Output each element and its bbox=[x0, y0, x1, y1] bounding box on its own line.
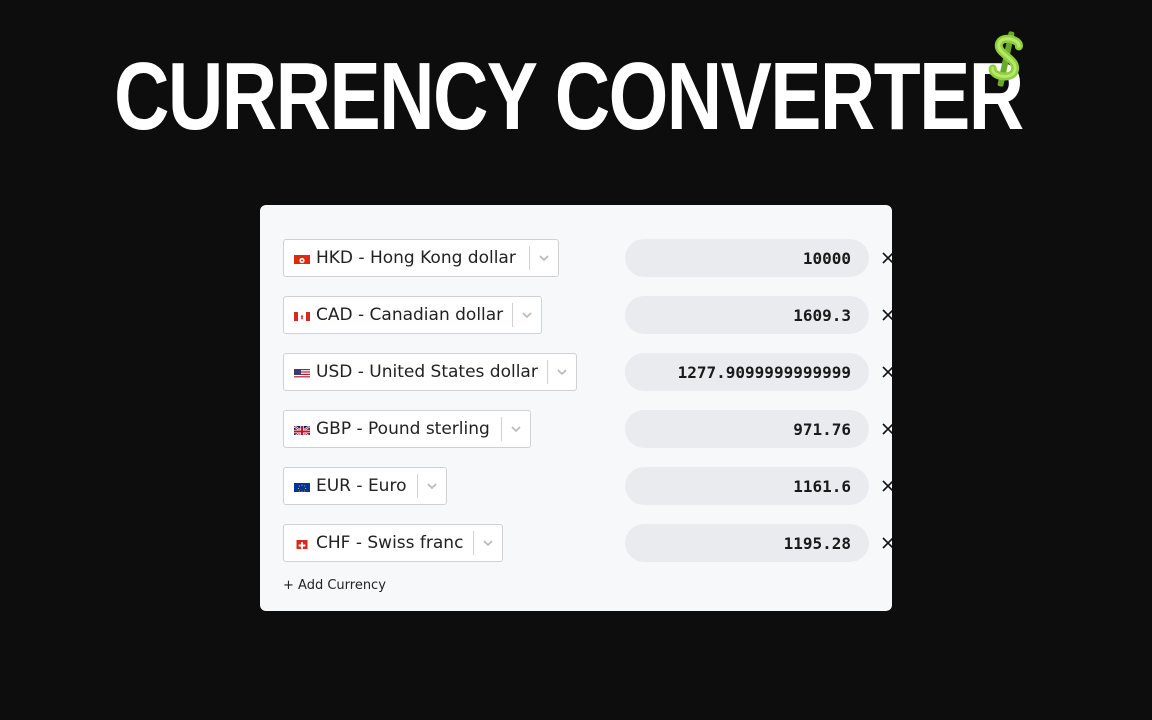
canada-flag-icon bbox=[294, 310, 310, 321]
close-icon[interactable] bbox=[878, 476, 898, 496]
close-icon[interactable] bbox=[878, 533, 898, 553]
select-divider bbox=[473, 531, 474, 555]
currency-select[interactable]: USD - United States dollar bbox=[283, 353, 577, 391]
currency-row: CHF - Swiss franc bbox=[283, 524, 894, 562]
amount-input[interactable] bbox=[625, 524, 869, 562]
united-states-flag-icon bbox=[294, 367, 310, 378]
select-divider bbox=[417, 474, 418, 498]
chevron-down-icon[interactable] bbox=[519, 307, 535, 323]
chevron-down-icon[interactable] bbox=[554, 364, 570, 380]
currency-row: HKD - Hong Kong dollar bbox=[283, 239, 894, 277]
chevron-down-icon[interactable] bbox=[424, 478, 440, 494]
close-icon[interactable] bbox=[878, 419, 898, 439]
currency-select-label: HKD - Hong Kong dollar bbox=[316, 248, 516, 268]
close-icon[interactable] bbox=[878, 305, 898, 325]
select-divider bbox=[512, 303, 513, 327]
switzerland-flag-icon bbox=[294, 538, 310, 549]
header: CURRENCY CONVERTER bbox=[0, 28, 1152, 168]
converter-card: HKD - Hong Kong dollar CAD - Canadian do… bbox=[260, 205, 894, 611]
close-icon[interactable] bbox=[878, 362, 898, 382]
amount-input[interactable] bbox=[625, 410, 869, 448]
currency-row: CAD - Canadian dollar bbox=[283, 296, 894, 334]
app-page: CURRENCY CONVERTER HKD - Hong Kong dolla… bbox=[0, 0, 1152, 720]
amount-input[interactable] bbox=[625, 353, 869, 391]
currency-select-label: CAD - Canadian dollar bbox=[316, 305, 504, 325]
currency-row: GBP - Pound sterling bbox=[283, 410, 894, 448]
currency-select[interactable]: CAD - Canadian dollar bbox=[283, 296, 542, 334]
add-currency-button[interactable]: + Add Currency bbox=[283, 578, 386, 593]
page-title: CURRENCY CONVERTER bbox=[114, 43, 1024, 150]
currency-select-label: CHF - Swiss franc bbox=[316, 533, 464, 553]
united-kingdom-flag-icon bbox=[294, 424, 310, 435]
chevron-down-icon[interactable] bbox=[536, 250, 552, 266]
close-icon[interactable] bbox=[878, 248, 898, 268]
currency-select[interactable]: HKD - Hong Kong dollar bbox=[283, 239, 559, 277]
amount-input[interactable] bbox=[625, 239, 869, 277]
select-divider bbox=[547, 360, 548, 384]
select-divider bbox=[529, 246, 530, 270]
currency-select[interactable]: GBP - Pound sterling bbox=[283, 410, 531, 448]
currency-select[interactable]: CHF - Swiss franc bbox=[283, 524, 503, 562]
currency-row: USD - United States dollar bbox=[283, 353, 894, 391]
dollar-sign-icon bbox=[988, 31, 1023, 87]
chevron-down-icon[interactable] bbox=[480, 535, 496, 551]
european-union-flag-icon bbox=[294, 481, 310, 492]
hong-kong-flag-icon bbox=[294, 253, 310, 264]
currency-select[interactable]: EUR - Euro bbox=[283, 467, 447, 505]
chevron-down-icon[interactable] bbox=[508, 421, 524, 437]
currency-select-label: EUR - Euro bbox=[316, 476, 407, 496]
amount-input[interactable] bbox=[625, 296, 869, 334]
currency-select-label: GBP - Pound sterling bbox=[316, 419, 490, 439]
amount-input[interactable] bbox=[625, 467, 869, 505]
currency-row: EUR - Euro bbox=[283, 467, 894, 505]
select-divider bbox=[501, 417, 502, 441]
currency-select-label: USD - United States dollar bbox=[316, 362, 538, 382]
